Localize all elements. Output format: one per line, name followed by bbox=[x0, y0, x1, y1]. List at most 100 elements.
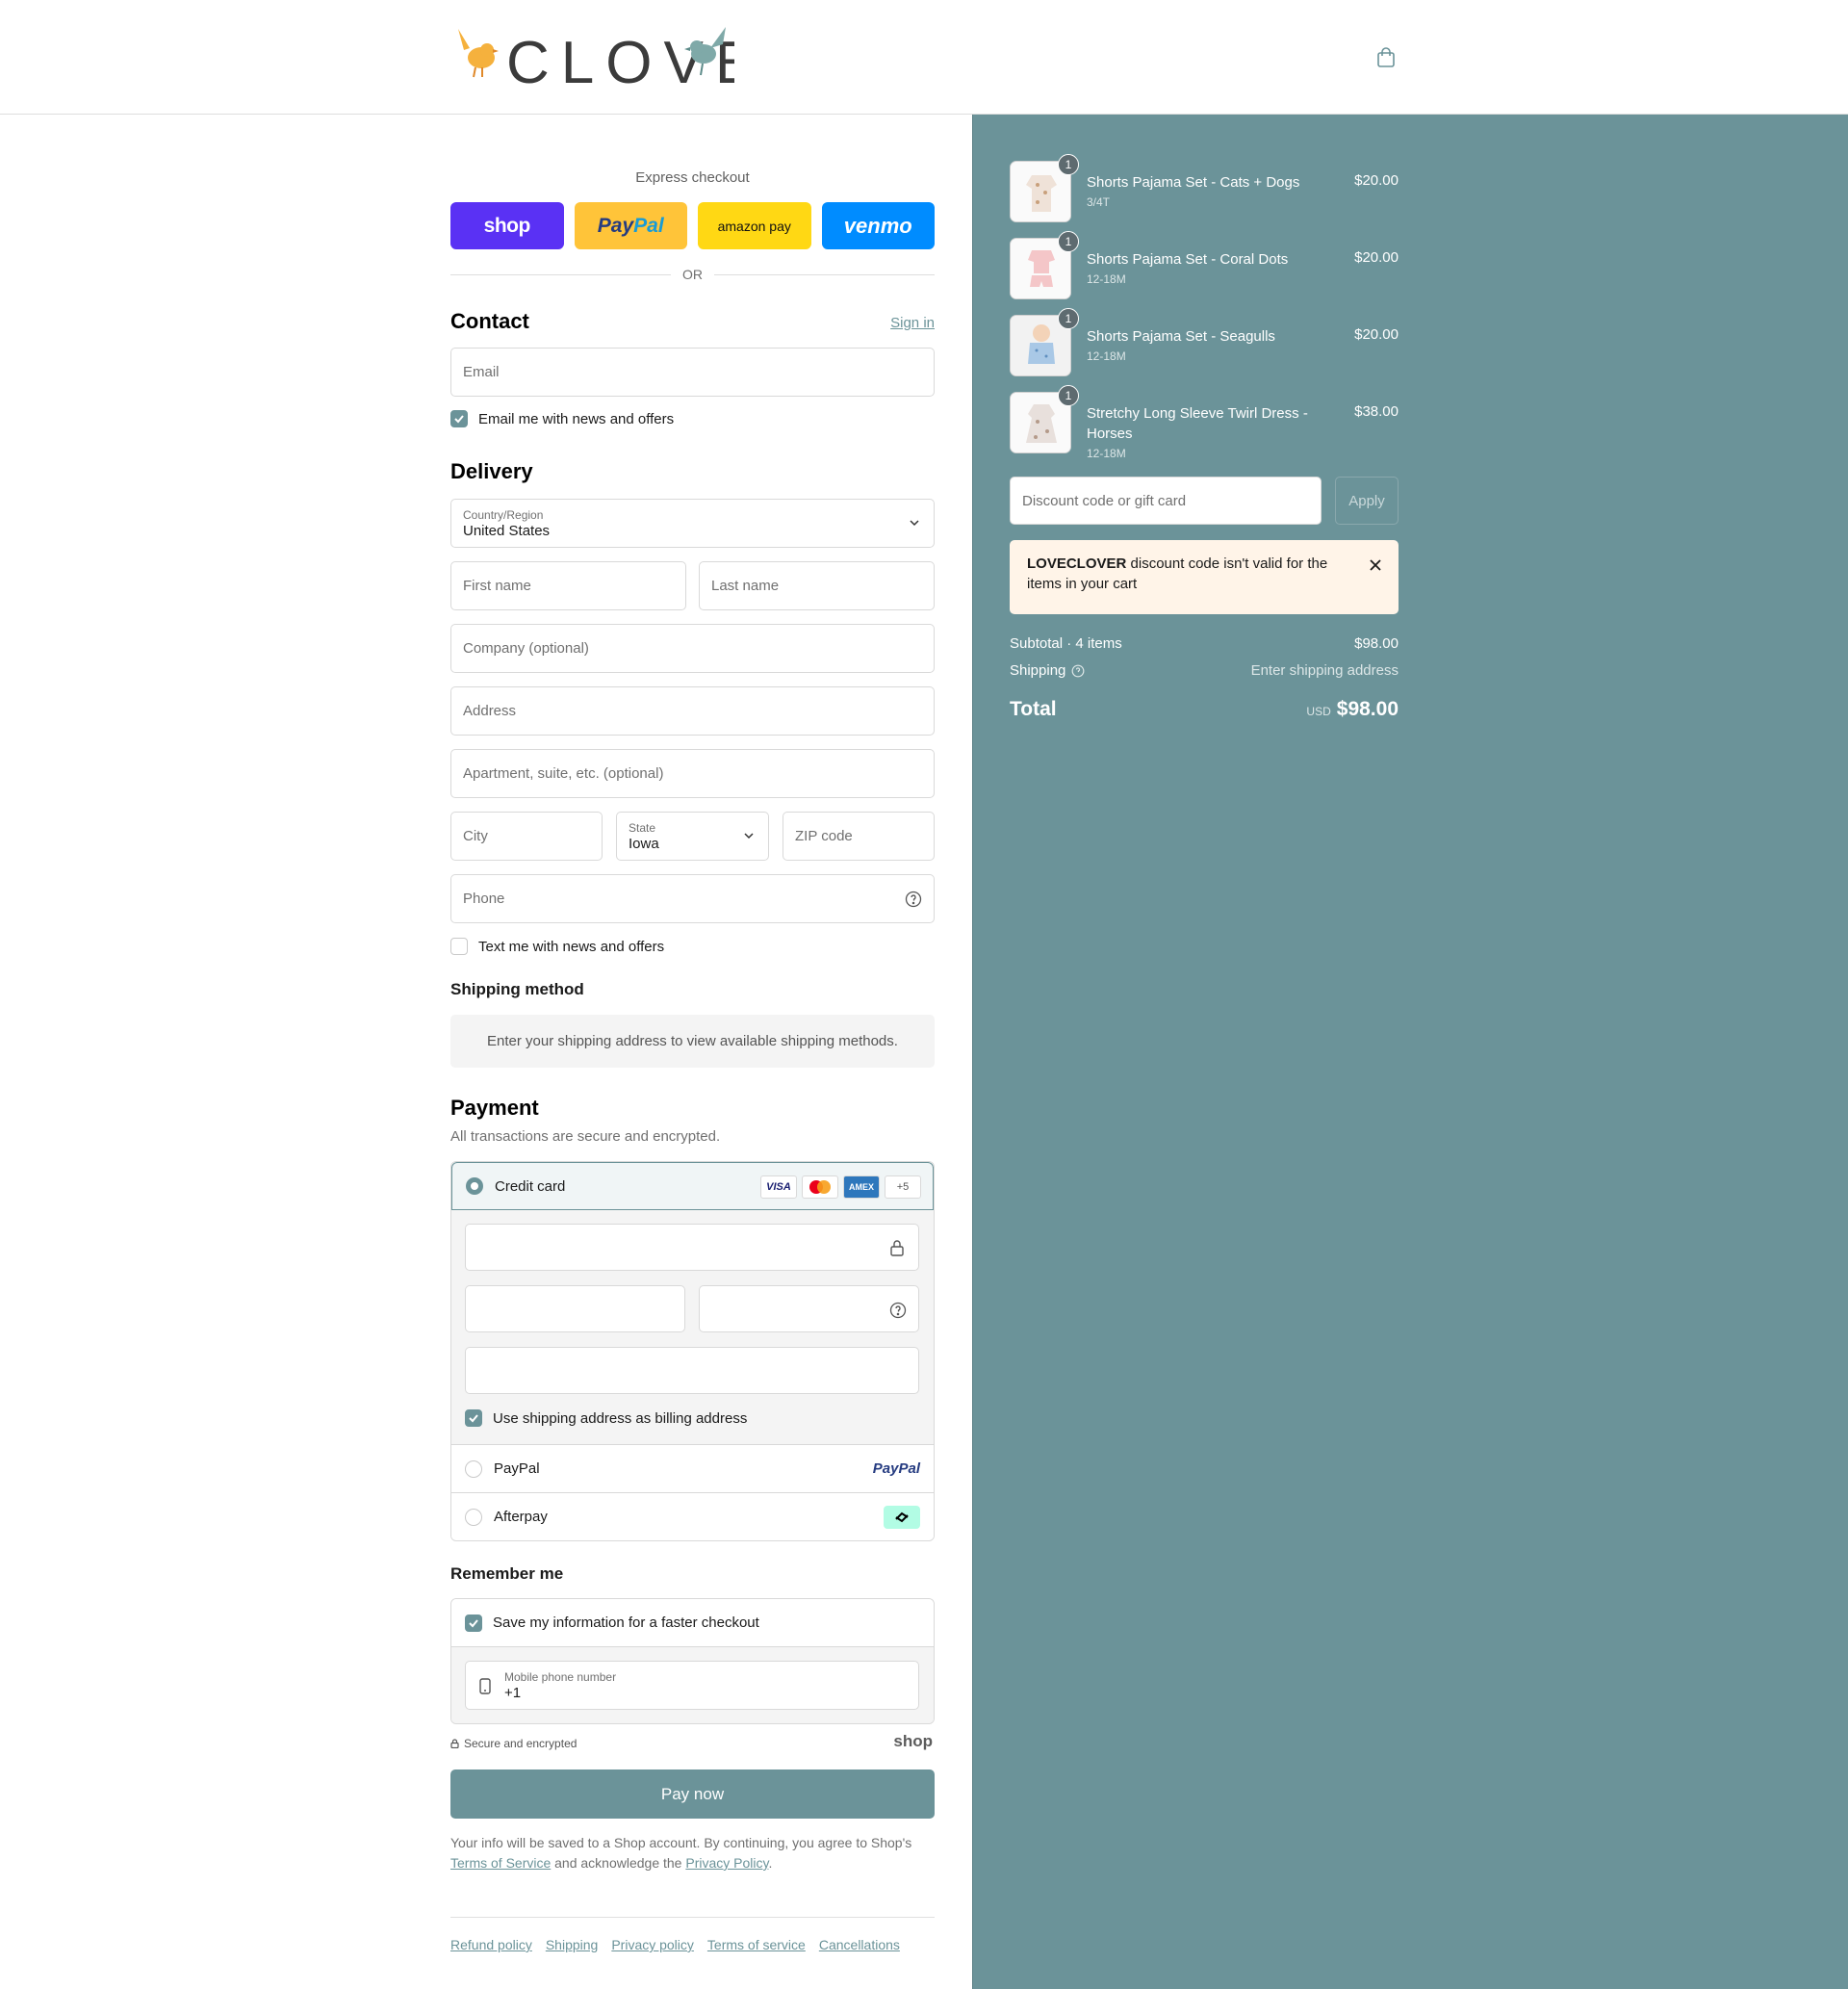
email-field[interactable]: Email bbox=[450, 348, 935, 397]
terms-text-part-1: Your info will be saved to a Shop accoun… bbox=[450, 1835, 912, 1850]
terms-of-service-link[interactable]: Terms of Service bbox=[450, 1855, 551, 1871]
payment-subtitle: All transactions are secure and encrypte… bbox=[450, 1128, 721, 1145]
header: CLOVER bbox=[0, 0, 1848, 115]
help-circle-icon[interactable] bbox=[905, 891, 922, 908]
cancellations-link[interactable]: Cancellations bbox=[819, 1937, 900, 1952]
remember-me-box: Save my information for a faster checkou… bbox=[450, 1598, 935, 1724]
city-placeholder: City bbox=[463, 828, 488, 844]
item-variant: 3/4T bbox=[1087, 195, 1111, 209]
mobile-phone-label: Mobile phone number bbox=[504, 1669, 617, 1684]
credit-card-label: Credit card bbox=[495, 1177, 566, 1195]
shipping-link[interactable]: Shipping bbox=[546, 1937, 599, 1952]
credit-card-option[interactable]: Credit card VISA AMEX +5 bbox=[451, 1162, 934, 1210]
lock-icon bbox=[890, 1240, 904, 1256]
venmo-button[interactable]: venmo bbox=[821, 202, 935, 249]
item-price: $20.00 bbox=[1354, 249, 1399, 266]
paypal-logo: PayPal bbox=[872, 1460, 920, 1477]
delivery-heading: Delivery bbox=[450, 459, 533, 483]
city-field[interactable]: City bbox=[450, 812, 603, 861]
afterpay-radio[interactable] bbox=[465, 1508, 482, 1526]
more-cards-badge: +5 bbox=[885, 1175, 921, 1199]
email-news-checkbox[interactable] bbox=[450, 410, 468, 427]
email-news-row[interactable]: Email me with news and offers bbox=[450, 410, 674, 427]
item-variant: 12-18M bbox=[1087, 349, 1126, 363]
country-label: Country/Region bbox=[463, 507, 544, 522]
text-news-row[interactable]: Text me with news and offers bbox=[450, 938, 664, 955]
state-select[interactable]: State Iowa bbox=[616, 812, 769, 861]
apartment-field[interactable]: Apartment, suite, etc. (optional) bbox=[450, 749, 935, 798]
footer-divider bbox=[450, 1917, 935, 1918]
help-circle-icon[interactable] bbox=[889, 1302, 907, 1319]
address-field[interactable]: Address bbox=[450, 686, 935, 736]
pay-now-button[interactable]: Pay now bbox=[450, 1769, 935, 1819]
shop-pay-button[interactable]: shop bbox=[450, 202, 564, 249]
item-price: $20.00 bbox=[1354, 172, 1399, 189]
cart-item: 1 Shorts Pajama Set - Coral Dots 12-18M $… bbox=[1010, 231, 1399, 299]
shopping-bag-icon[interactable] bbox=[1374, 46, 1398, 69]
shipping-label: Shipping bbox=[1010, 662, 1066, 679]
name-on-card-field[interactable] bbox=[465, 1347, 919, 1394]
quantity-badge: 1 bbox=[1058, 154, 1079, 175]
email-placeholder: Email bbox=[463, 364, 500, 380]
save-info-checkbox[interactable] bbox=[465, 1614, 482, 1632]
afterpay-label: Afterpay bbox=[494, 1509, 548, 1525]
save-info-label: Save my information for a faster checkou… bbox=[493, 1614, 759, 1631]
phone-field[interactable]: Phone bbox=[450, 874, 935, 923]
shipping-value: Enter shipping address bbox=[1250, 662, 1399, 679]
afterpay-logo-icon bbox=[884, 1506, 920, 1529]
security-code-field[interactable] bbox=[699, 1285, 919, 1332]
clover-logo[interactable]: CLOVER bbox=[450, 23, 734, 90]
quantity-badge: 1 bbox=[1058, 385, 1079, 406]
terms-of-service-footer-link[interactable]: Terms of service bbox=[707, 1937, 806, 1952]
afterpay-option[interactable]: Afterpay bbox=[451, 1492, 934, 1540]
shipping-method-heading: Shipping method bbox=[450, 980, 584, 998]
discount-error-alert: LOVECLOVER discount code isn't valid for… bbox=[1010, 540, 1399, 614]
paypal-radio[interactable] bbox=[465, 1459, 482, 1478]
item-variant: 12-18M bbox=[1087, 447, 1126, 460]
sign-in-link[interactable]: Sign in bbox=[890, 315, 935, 331]
country-value: United States bbox=[463, 522, 551, 539]
phone-placeholder: Phone bbox=[463, 891, 505, 907]
discount-code-input[interactable]: Discount code or gift card bbox=[1010, 477, 1322, 525]
text-news-checkbox[interactable] bbox=[450, 938, 468, 955]
terms-text: Your info will be saved to a Shop accoun… bbox=[450, 1833, 935, 1873]
refund-policy-link[interactable]: Refund policy bbox=[450, 1937, 532, 1952]
first-name-field[interactable]: First name bbox=[450, 561, 686, 610]
shipping-method-message: Enter your shipping address to view avai… bbox=[450, 1015, 935, 1068]
help-circle-icon[interactable] bbox=[1071, 664, 1085, 678]
paypal-option[interactable]: PayPal PayPal bbox=[451, 1444, 934, 1492]
apply-discount-button[interactable]: Apply bbox=[1335, 477, 1399, 525]
privacy-policy-footer-link[interactable]: Privacy policy bbox=[611, 1937, 694, 1952]
first-name-placeholder: First name bbox=[463, 578, 531, 594]
billing-address-checkbox[interactable] bbox=[465, 1409, 482, 1427]
card-number-field[interactable] bbox=[465, 1224, 919, 1271]
state-value: Iowa bbox=[629, 835, 659, 852]
amex-icon: AMEX bbox=[843, 1175, 880, 1199]
apartment-placeholder: Apartment, suite, etc. (optional) bbox=[463, 765, 664, 782]
mobile-phone-field[interactable]: Mobile phone number +1 bbox=[465, 1661, 919, 1710]
credit-card-radio[interactable] bbox=[466, 1177, 483, 1195]
secure-text: Secure and encrypted bbox=[464, 1737, 578, 1750]
zip-placeholder: ZIP code bbox=[795, 828, 853, 844]
country-select[interactable]: Country/Region United States bbox=[450, 499, 935, 548]
save-info-row[interactable]: Save my information for a faster checkou… bbox=[451, 1599, 934, 1647]
company-field[interactable]: Company (optional) bbox=[450, 624, 935, 673]
billing-address-row[interactable]: Use shipping address as billing address bbox=[465, 1409, 747, 1427]
item-name: Shorts Pajama Set - Coral Dots bbox=[1087, 251, 1289, 268]
last-name-field[interactable]: Last name bbox=[699, 561, 935, 610]
remember-phone-section: Mobile phone number +1 bbox=[451, 1647, 934, 1723]
zip-field[interactable]: ZIP code bbox=[783, 812, 935, 861]
amazon-pay-button[interactable]: amazon pay bbox=[698, 202, 811, 249]
paypal-button[interactable]: Pay Pal bbox=[574, 202, 687, 249]
terms-text-part-3: . bbox=[768, 1855, 773, 1871]
item-name: Stretchy Long Sleeve Twirl Dress - Horse… bbox=[1087, 405, 1308, 442]
or-divider: OR bbox=[450, 267, 935, 282]
close-icon[interactable] bbox=[1368, 557, 1383, 573]
total-label: Total bbox=[1010, 698, 1057, 720]
quantity-badge: 1 bbox=[1058, 308, 1079, 329]
privacy-policy-link[interactable]: Privacy Policy bbox=[685, 1855, 768, 1871]
mobile-phone-icon bbox=[479, 1678, 491, 1694]
item-name: Shorts Pajama Set - Seagulls bbox=[1087, 328, 1275, 345]
expiration-field[interactable] bbox=[465, 1285, 685, 1332]
lock-icon bbox=[450, 1739, 459, 1748]
